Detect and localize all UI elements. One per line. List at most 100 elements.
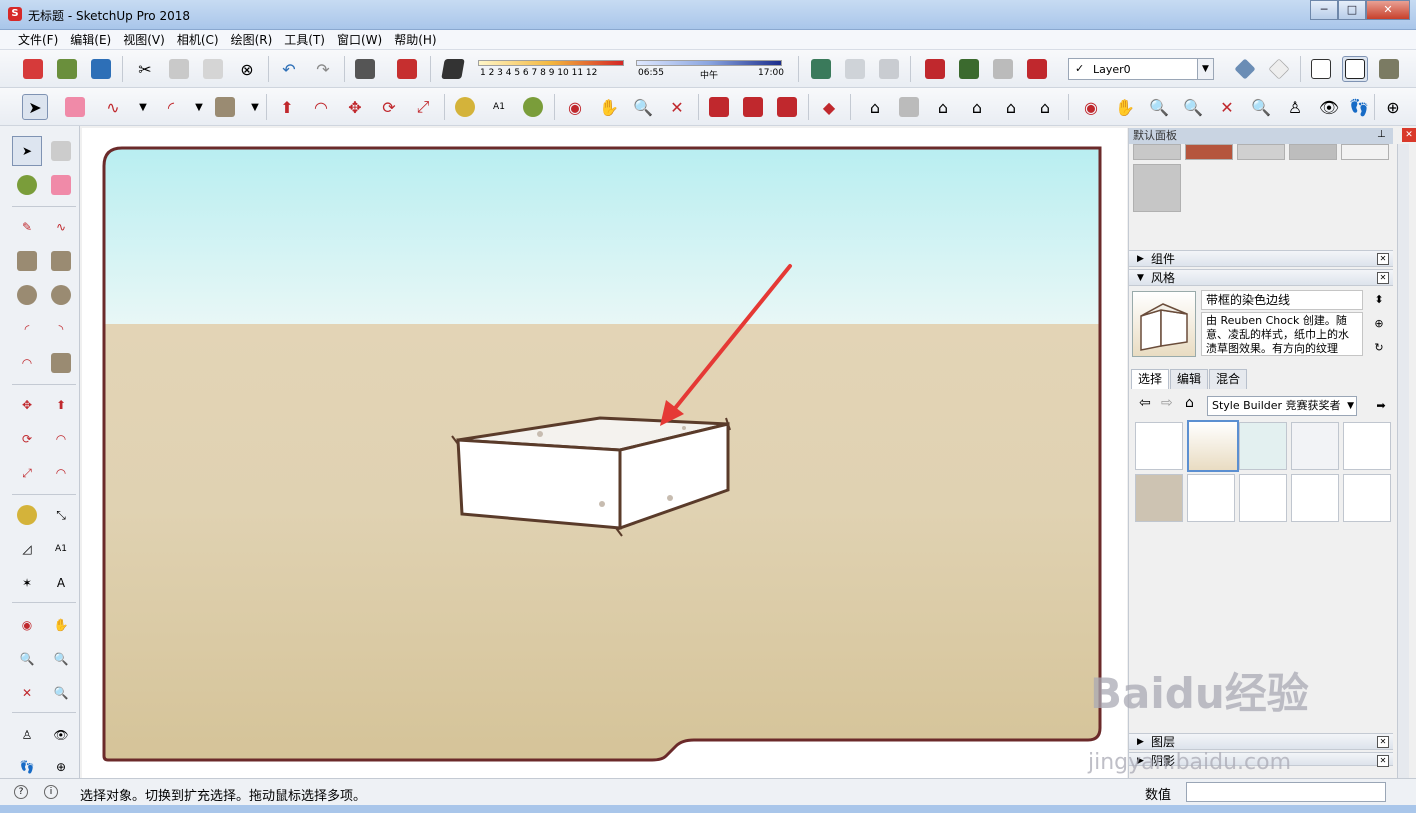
left-view-icon[interactable]: ⌂ [1032,94,1058,120]
previous-view-icon[interactable]: 🔍 [1248,94,1274,120]
3d-text-icon[interactable]: A [46,568,76,598]
style-thumbnail[interactable] [1135,422,1183,470]
tape-measure-icon[interactable] [12,500,42,530]
extension-warehouse-icon[interactable] [990,56,1016,82]
position-camera-icon[interactable]: ♙ [1282,94,1308,120]
push-pull-tool-icon[interactable]: ⬆ [274,94,300,120]
pan-tool-icon[interactable]: ✋ [596,94,622,120]
back-arrow-icon[interactable]: ⇦ [1139,395,1151,411]
create-style-icon[interactable]: ⬍ [1371,292,1387,308]
style-thumbnail[interactable] [1291,422,1339,470]
close-section-icon[interactable]: ✕ [1377,736,1389,748]
style-description-field[interactable]: 由 Reuben Chock 创建。随意、凌乱的样式，纸巾上的水渍草图效果。有方… [1201,312,1363,356]
walk-icon[interactable]: 👣 [1346,94,1372,120]
paint-bucket-icon[interactable] [12,170,42,200]
tab-mix[interactable]: 混合 [1209,369,1248,389]
drawing-viewport[interactable] [82,128,1127,778]
rectangle-icon[interactable] [12,246,42,276]
menu-tools[interactable]: 工具(T) [278,30,331,49]
refresh-icon[interactable]: ↻ [1371,340,1387,356]
rectangle-dropdown-icon[interactable]: ▼ [242,94,268,120]
zoom-window-icon[interactable]: 🔍 [46,644,76,674]
copy-icon[interactable] [166,56,192,82]
material-swatch[interactable] [1133,144,1181,160]
three-point-arc-icon[interactable]: ◠ [12,348,42,378]
menu-camera[interactable]: 相机(C) [171,30,225,49]
top-view-icon[interactable] [896,94,922,120]
scale-tool-icon[interactable]: ⤢ [410,94,436,120]
orbit-icon[interactable]: ◉ [12,610,42,640]
text-tool-icon[interactable]: A1 [486,94,512,120]
rotate-tool-icon[interactable]: ⟳ [376,94,402,120]
ruby-console-icon[interactable]: ◆ [816,94,842,120]
warehouse-share-icon[interactable] [740,94,766,120]
zoom-extents-2-icon[interactable]: ✕ [1214,94,1240,120]
style-name-field[interactable]: 带框的染色边线 [1201,290,1363,310]
text-icon[interactable]: A1 [46,534,76,564]
new-file-icon[interactable] [20,56,46,82]
layer-manager-icon[interactable] [1232,56,1258,82]
tray-close-button[interactable]: ✕ [1402,128,1416,142]
follow-me-icon[interactable]: ◠ [46,424,76,454]
style-thumbnail[interactable] [1239,474,1287,522]
components-section-header[interactable]: ▶ 组件 ✕ [1129,250,1393,267]
close-section-icon[interactable]: ✕ [1377,253,1389,265]
model-info-icon[interactable] [394,56,420,82]
warehouse-get-icon[interactable] [706,94,732,120]
push-pull-icon[interactable]: ⬆ [46,390,76,420]
back-view-icon[interactable]: ⌂ [998,94,1024,120]
menu-edit[interactable]: 编辑(E) [64,30,117,49]
layers-section-header[interactable]: ▶ 图层 ✕ [1129,733,1393,750]
axes-icon[interactable]: ✶ [12,568,42,598]
material-swatch[interactable] [1341,144,1389,160]
style-thumbnail[interactable] [1343,422,1391,470]
layer-color-icon[interactable] [1266,56,1292,82]
tray-scrollbar[interactable] [1397,144,1409,778]
pie-icon[interactable] [46,348,76,378]
xray-style-icon[interactable] [1308,56,1334,82]
maximize-button[interactable]: □ [1338,0,1366,20]
geo-location-icon[interactable]: ? [14,785,28,799]
section-plane-icon[interactable] [808,56,834,82]
hidden-line-style-icon[interactable] [1342,56,1368,82]
menu-window[interactable]: 窗口(W) [331,30,388,49]
erase-icon[interactable]: ⊗ [234,56,260,82]
shadow-month-slider[interactable]: 1 2 3 4 5 6 7 8 9 10 11 12 [478,60,624,82]
pan-icon[interactable]: ✋ [46,610,76,640]
rotated-rectangle-icon[interactable] [46,246,76,276]
print-icon[interactable] [352,56,378,82]
style-thumbnail-selected[interactable] [1187,420,1239,472]
tape-measure-icon[interactable] [452,94,478,120]
section-fill-icon[interactable] [842,56,868,82]
material-swatch[interactable] [1237,144,1285,160]
zoom-extents-icon[interactable]: ✕ [664,94,690,120]
send-to-layout-icon[interactable] [774,94,800,120]
forward-arrow-icon[interactable]: ⇨ [1161,395,1173,411]
save-icon[interactable] [88,56,114,82]
iso-view-icon[interactable]: ⌂ [862,94,888,120]
style-collection-dropdown[interactable]: Style Builder 竞赛获奖者 ▼ [1207,396,1357,416]
move-icon[interactable]: ✥ [12,390,42,420]
protractor-icon[interactable]: ◿ [12,534,42,564]
front-view-icon[interactable]: ⌂ [930,94,956,120]
material-swatch[interactable] [1289,144,1337,160]
pan-tool-2-icon[interactable]: ✋ [1112,94,1138,120]
two-point-arc-icon[interactable]: ◝ [46,314,76,344]
menu-help[interactable]: 帮助(H) [388,30,442,49]
look-around-icon[interactable]: 👁 [46,720,76,750]
close-section-icon[interactable]: ✕ [1377,755,1389,767]
offset-icon[interactable]: ◠ [46,458,76,488]
style-thumbnail[interactable] [1135,474,1183,522]
close-button[interactable]: ✕ [1366,0,1410,20]
extension-manager-icon[interactable] [1024,56,1050,82]
zoom-tool-2-icon[interactable]: 🔍 [1146,94,1172,120]
dropdown-arrow-icon[interactable]: ▼ [1197,59,1213,79]
eraser-tool-icon[interactable] [62,94,88,120]
zoom-icon[interactable]: 🔍 [12,644,42,674]
pin-icon[interactable]: ⊥ [1377,129,1386,140]
polygon-icon[interactable] [46,280,76,310]
move-tool-icon[interactable]: ✥ [342,94,368,120]
shadow-toggle-icon[interactable] [440,56,466,82]
previous-icon[interactable]: 🔍 [46,678,76,708]
rotate-icon[interactable]: ⟳ [12,424,42,454]
